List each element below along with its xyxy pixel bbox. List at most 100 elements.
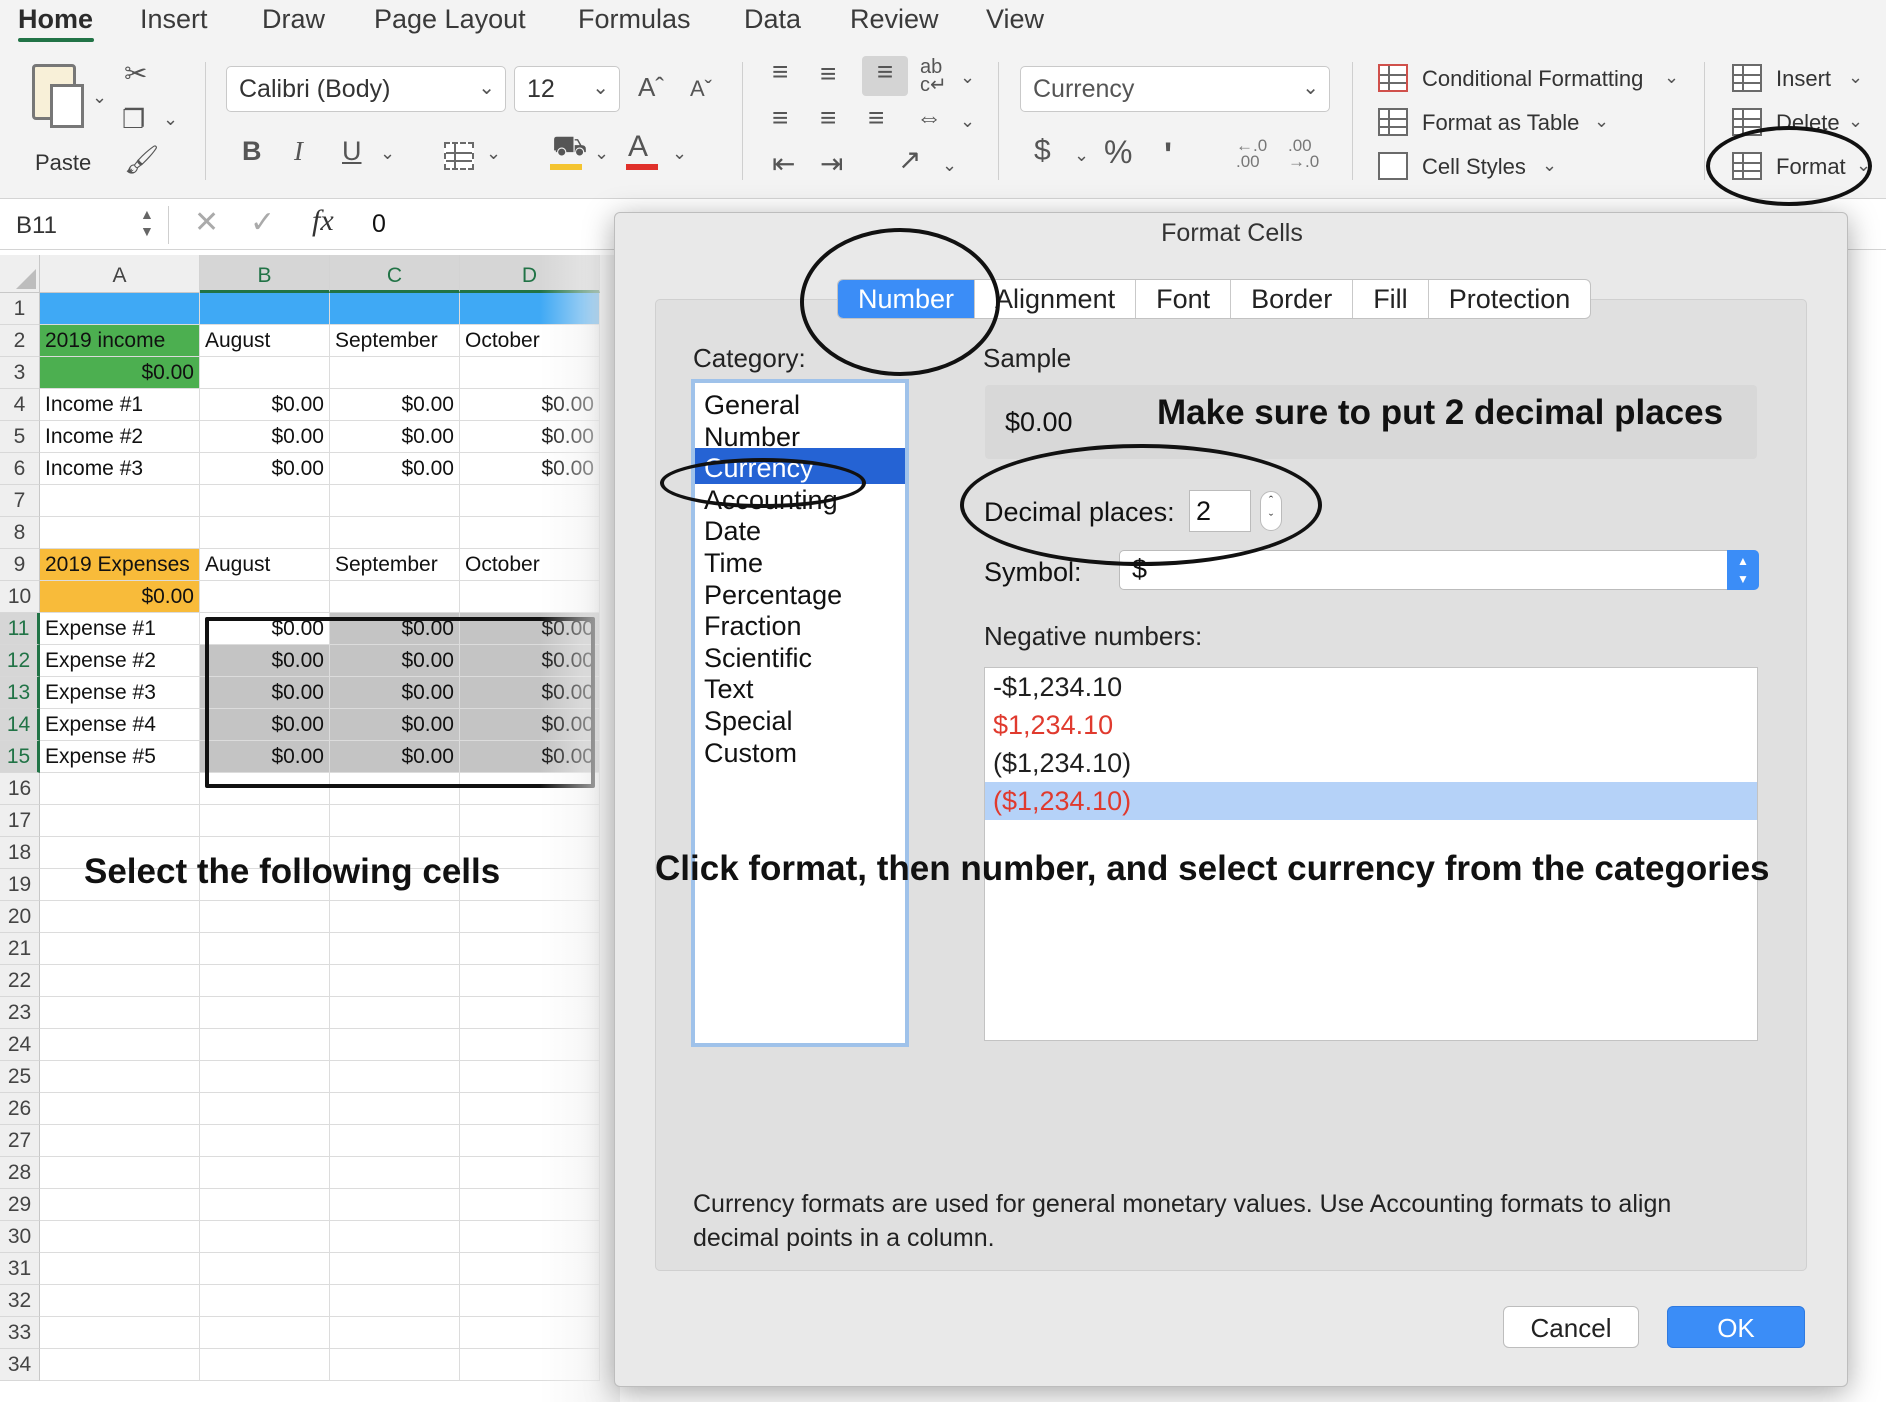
decrease-indent-icon[interactable]: ⇤ xyxy=(772,150,795,178)
cell[interactable] xyxy=(40,933,200,965)
cell[interactable] xyxy=(200,485,330,517)
row-header-26[interactable]: 26 xyxy=(0,1093,40,1125)
income-title-cell[interactable]: 2019 income xyxy=(40,325,200,357)
cell[interactable] xyxy=(460,1029,600,1061)
income-value-cell[interactable]: $0.00 xyxy=(460,389,600,421)
negative-option-parens[interactable]: ($1,234.10) xyxy=(985,744,1757,782)
decrease-decimal-icon[interactable]: .00 →.0 xyxy=(1288,137,1319,170)
format-cells-button[interactable]: Format xyxy=(1776,154,1846,180)
chevron-down-icon[interactable]: ⌄ xyxy=(1542,156,1557,174)
number-format-dropdown[interactable]: Currency ⌄ xyxy=(1020,66,1330,112)
cell[interactable] xyxy=(200,997,330,1029)
formula-input[interactable]: 0 xyxy=(372,210,386,239)
cell[interactable] xyxy=(330,1029,460,1061)
cell[interactable] xyxy=(40,1189,200,1221)
cancel-button[interactable]: Cancel xyxy=(1503,1306,1639,1348)
category-currency[interactable]: Currency xyxy=(695,448,905,485)
cell[interactable] xyxy=(460,805,600,837)
row-header-30[interactable]: 30 xyxy=(0,1221,40,1253)
cell[interactable] xyxy=(40,1285,200,1317)
row-header-9[interactable]: 9 xyxy=(0,549,40,581)
cell[interactable] xyxy=(330,1125,460,1157)
cell[interactable] xyxy=(200,965,330,997)
row-header-20[interactable]: 20 xyxy=(0,901,40,933)
cell[interactable] xyxy=(330,581,460,613)
month-header-cell[interactable]: August xyxy=(200,549,330,581)
cell[interactable] xyxy=(330,1253,460,1285)
chevron-down-icon[interactable]: ⌄ xyxy=(163,110,178,128)
cell[interactable] xyxy=(40,1349,200,1381)
cell[interactable] xyxy=(200,933,330,965)
cell[interactable] xyxy=(200,1093,330,1125)
align-right-icon[interactable]: ≡ xyxy=(868,104,884,132)
bold-button[interactable]: B xyxy=(242,138,262,165)
row-header-27[interactable]: 27 xyxy=(0,1125,40,1157)
tab-border[interactable]: Border xyxy=(1231,280,1354,318)
tab-alignment[interactable]: Alignment xyxy=(975,280,1137,318)
tab-home[interactable]: Home xyxy=(18,4,93,35)
cell[interactable] xyxy=(200,1349,330,1381)
row-header-7[interactable]: 7 xyxy=(0,485,40,517)
cell[interactable] xyxy=(460,517,600,549)
borders-icon[interactable] xyxy=(444,142,474,170)
cell[interactable] xyxy=(200,517,330,549)
tab-formulas[interactable]: Formulas xyxy=(578,4,691,35)
cell[interactable] xyxy=(330,965,460,997)
increase-decimal-icon[interactable]: ←.0.00 xyxy=(1236,137,1267,170)
cell[interactable] xyxy=(460,965,600,997)
cell[interactable] xyxy=(330,1221,460,1253)
name-box-spinner-icon[interactable]: ▲ ▼ xyxy=(140,206,154,240)
cell[interactable] xyxy=(200,1253,330,1285)
cell[interactable] xyxy=(40,1317,200,1349)
row-header-19[interactable]: 19 xyxy=(0,869,40,901)
insert-function-icon[interactable]: fx xyxy=(312,206,334,236)
cell[interactable] xyxy=(40,805,200,837)
increase-font-icon[interactable]: Aˆ xyxy=(638,74,664,100)
increase-indent-icon[interactable]: ⇥ xyxy=(820,150,843,178)
cell[interactable] xyxy=(330,517,460,549)
decrease-font-icon[interactable]: Aˇ xyxy=(690,78,712,100)
row-header-15[interactable]: 15 xyxy=(0,741,40,773)
negative-option-red-parens[interactable]: ($1,234.10) xyxy=(985,782,1757,820)
cell[interactable] xyxy=(330,1189,460,1221)
cell[interactable] xyxy=(460,1349,600,1381)
cell[interactable] xyxy=(40,485,200,517)
cell[interactable] xyxy=(330,1349,460,1381)
negative-option-red[interactable]: $1,234.10 xyxy=(985,706,1757,744)
tab-number[interactable]: Number xyxy=(838,280,976,318)
row-header-31[interactable]: 31 xyxy=(0,1253,40,1285)
insert-cells-button[interactable]: Insert xyxy=(1776,66,1831,92)
cell[interactable] xyxy=(330,1157,460,1189)
font-name-dropdown[interactable]: Calibri (Body) ⌄ xyxy=(226,66,506,112)
comma-style-button[interactable]: ' xyxy=(1164,138,1172,172)
category-general[interactable]: General xyxy=(695,385,905,421)
row-header-10[interactable]: 10 xyxy=(0,581,40,613)
align-bottom-icon[interactable]: ≡ xyxy=(862,56,908,96)
expense-title-cell[interactable]: 2019 Expenses xyxy=(40,549,200,581)
percent-button[interactable]: % xyxy=(1104,136,1132,168)
cell[interactable] xyxy=(40,1093,200,1125)
column-header-d[interactable]: D xyxy=(460,255,600,293)
chevron-down-icon[interactable]: ⌄ xyxy=(1594,112,1609,130)
category-percentage[interactable]: Percentage xyxy=(695,575,905,611)
cell[interactable] xyxy=(460,1061,600,1093)
negative-option-minus[interactable]: -$1,234.10 xyxy=(985,668,1757,706)
cell[interactable] xyxy=(330,997,460,1029)
confirm-edit-icon[interactable]: ✓ xyxy=(250,208,275,238)
cell[interactable] xyxy=(460,1221,600,1253)
row-header-18[interactable]: 18 xyxy=(0,837,40,869)
tab-draw[interactable]: Draw xyxy=(262,4,325,35)
header-band-cell[interactable] xyxy=(460,293,600,325)
row-header-28[interactable]: 28 xyxy=(0,1157,40,1189)
tab-review[interactable]: Review xyxy=(850,4,939,35)
cell[interactable] xyxy=(460,1157,600,1189)
cell[interactable] xyxy=(200,1125,330,1157)
chevron-down-icon[interactable]: ⌄ xyxy=(942,156,957,174)
category-text[interactable]: Text xyxy=(695,669,905,705)
font-size-dropdown[interactable]: 12 ⌄ xyxy=(514,66,620,112)
row-header-29[interactable]: 29 xyxy=(0,1189,40,1221)
cell[interactable] xyxy=(40,997,200,1029)
category-list[interactable]: General Number Currency Accounting Date Time P… xyxy=(691,379,909,1047)
row-header-17[interactable]: 17 xyxy=(0,805,40,837)
cell[interactable] xyxy=(330,485,460,517)
